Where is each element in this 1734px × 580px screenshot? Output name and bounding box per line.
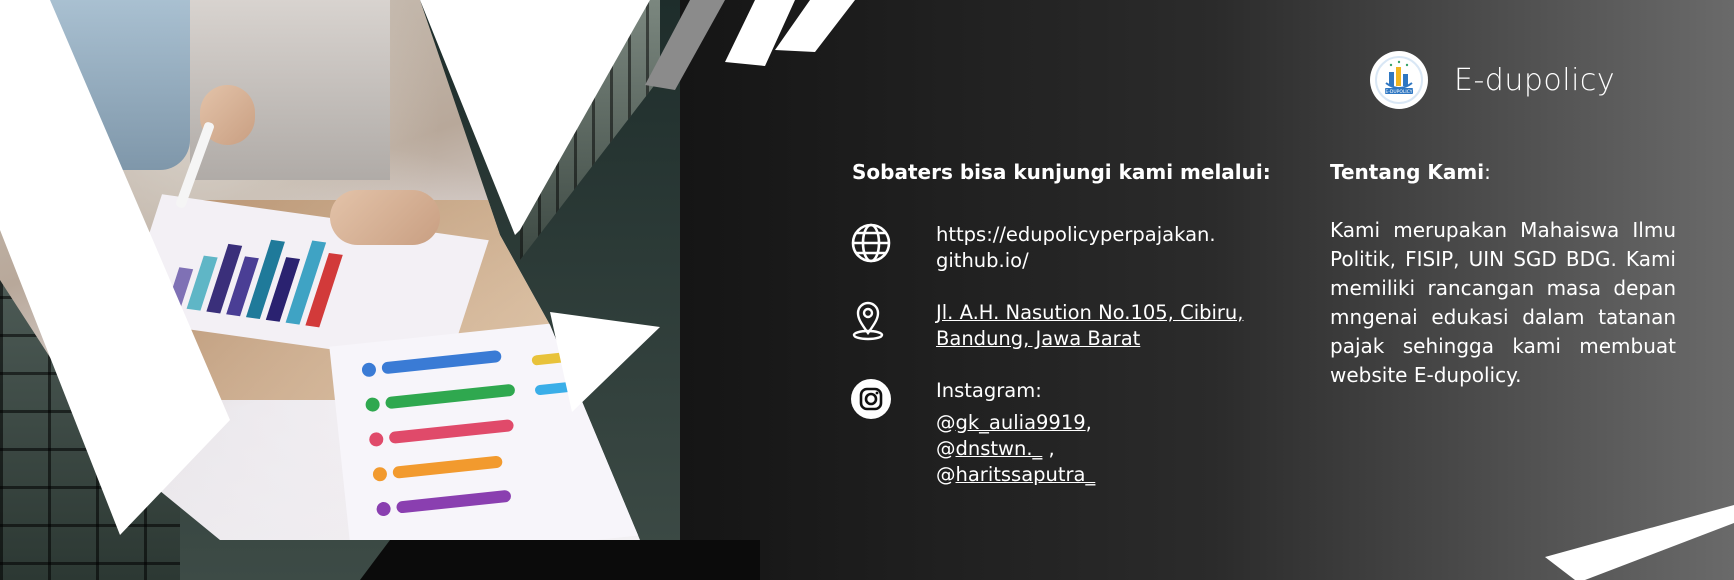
about-title: Tentang Kami: <box>1330 160 1491 184</box>
visit-title: Sobaters bisa kunjungi kami melalui: <box>852 160 1271 184</box>
logo-text: E-DUPOLICY <box>1385 89 1412 95</box>
instagram-handle[interactable]: @dnstwn._ , <box>936 436 1095 462</box>
brand-name: E-dupolicy <box>1454 62 1616 98</box>
decorative-shape-bottom-right <box>1545 505 1734 580</box>
instagram-label: Instagram: <box>936 379 1042 402</box>
instagram-icon <box>850 378 936 488</box>
instagram-row: Instagram: @gk_aulia9919, @dnstwn._ , @h… <box>850 378 1095 488</box>
address-link[interactable]: Jl. A.H. Nasution No.105, Cibiru, Bandun… <box>936 300 1243 352</box>
edupolicy-logo: E-DUPOLICY <box>1370 51 1428 109</box>
address-row: Jl. A.H. Nasution No.105, Cibiru, Bandun… <box>850 300 1243 352</box>
about-description: Kami merupakan Mahaiswa Ilmu Politik, FI… <box>1330 218 1676 387</box>
website-link[interactable]: https://edupolicyperpajakan. github.io/ <box>936 222 1216 274</box>
website-row: https://edupolicyperpajakan. github.io/ <box>850 222 1216 274</box>
globe-icon <box>850 222 936 274</box>
instagram-handle[interactable]: @gk_aulia9919, <box>936 410 1095 436</box>
brand-header: E-DUPOLICY E-dupolicy <box>1370 51 1615 109</box>
decorative-stripe-1 <box>725 0 795 66</box>
instagram-info: Instagram: @gk_aulia9919, @dnstwn._ , @h… <box>936 378 1095 488</box>
decorative-dark-band <box>360 540 760 580</box>
instagram-handle[interactable]: @haritssaputra_ <box>936 462 1095 488</box>
location-pin-icon <box>850 300 936 352</box>
